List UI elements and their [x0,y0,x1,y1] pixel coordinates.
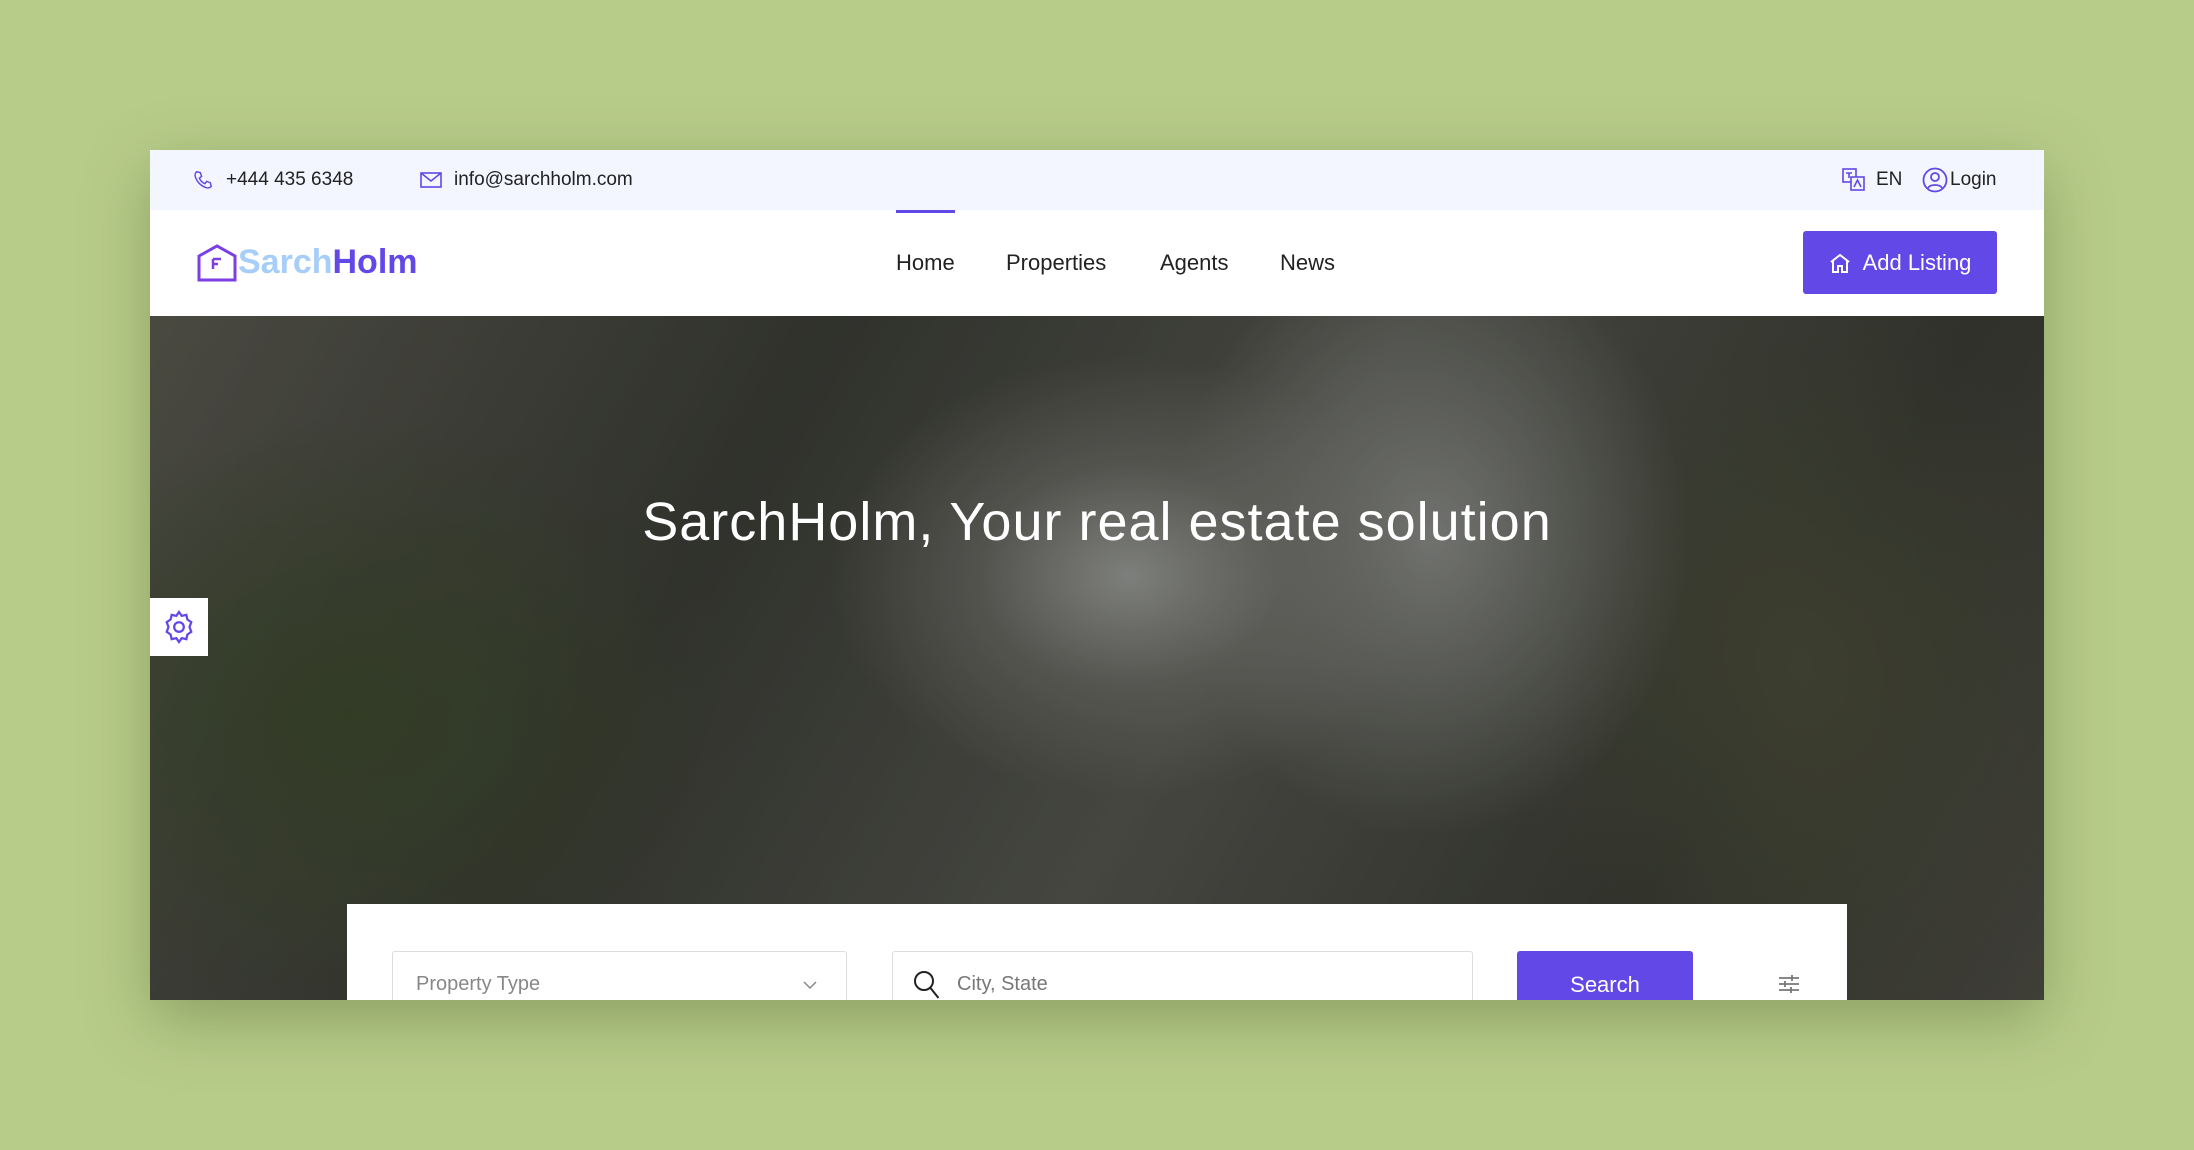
home-icon [1829,253,1850,273]
login-link[interactable]: Login [1922,150,1997,210]
hero-section: SarchHolm, Your real estate solution Pro… [150,316,2044,1000]
email-contact[interactable]: info@sarchholm.com [420,150,633,210]
sliders-icon [1779,975,1799,993]
phone-icon [194,170,213,189]
mail-icon [420,172,442,188]
nav-home[interactable]: Home [896,210,955,316]
search-icon [914,970,940,999]
translate-icon [1842,168,1865,191]
language-selector[interactable]: EN [1842,150,1902,210]
house-logo-icon [197,243,237,281]
add-listing-button[interactable]: Add Listing [1803,231,1997,294]
property-type-select[interactable]: Property Type [392,951,847,1000]
search-panel: Property Type Search [347,904,1847,1000]
main-navbar: Sarch Holm Home Properties Agents News Ad… [150,210,2044,316]
add-listing-label: Add Listing [1862,249,1972,275]
property-type-placeholder: Property Type [416,973,541,995]
logo-text-sarch: Sarch [238,243,333,281]
nav-agents[interactable]: Agents [1160,210,1229,316]
email-address: info@sarchholm.com [454,169,633,190]
gear-icon [165,610,193,644]
chevron-down-icon [803,980,817,989]
logo[interactable]: Sarch Holm [196,243,418,282]
settings-button[interactable] [150,598,208,656]
phone-number: +444 435 6348 [226,169,354,190]
hero-title: SarchHolm, Your real estate solution [642,492,1552,552]
top-bar: +444 435 6348 info@sarchholm.com EN Logi… [150,150,2044,210]
city-search-field[interactable] [892,951,1473,1000]
language-label: EN [1876,169,1903,190]
nav-news[interactable]: News [1280,210,1335,316]
phone-contact[interactable]: +444 435 6348 [192,150,353,210]
login-label: Login [1950,169,1997,190]
nav-properties[interactable]: Properties [1006,210,1106,316]
city-state-input[interactable] [957,973,1437,996]
logo-text-holm: Holm [332,243,418,281]
browser-window: +444 435 6348 info@sarchholm.com EN Logi… [150,150,2044,1000]
filter-button[interactable] [1775,970,1803,998]
search-button[interactable]: Search [1517,951,1693,1000]
user-circle-icon [1922,167,1948,193]
